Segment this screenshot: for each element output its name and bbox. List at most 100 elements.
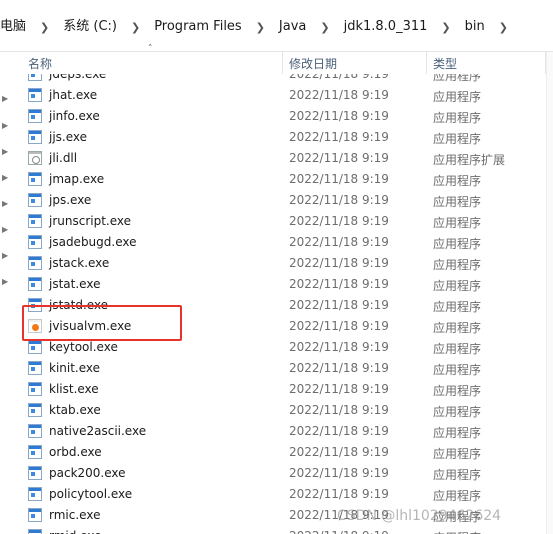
expand-arrow-icon[interactable]: ▶ bbox=[2, 147, 8, 156]
exe-icon bbox=[28, 487, 42, 501]
file-row[interactable]: jhat.exe 2022/11/18 9:19 应用程序 bbox=[20, 85, 553, 106]
file-name[interactable]: jhat.exe bbox=[49, 88, 97, 102]
file-type: 应用程序 bbox=[433, 321, 482, 335]
file-type: 应用程序 bbox=[433, 342, 482, 356]
file-row[interactable]: jrunscript.exe 2022/11/18 9:19 应用程序 bbox=[20, 211, 553, 232]
breadcrumb-java[interactable]: Java bbox=[273, 17, 312, 37]
column-header-date[interactable]: 修改日期 bbox=[289, 55, 337, 72]
exe-icon bbox=[28, 466, 42, 480]
file-type: 应用程序 bbox=[433, 489, 482, 503]
file-row[interactable]: jsadebugd.exe 2022/11/18 9:19 应用程序 bbox=[20, 232, 553, 253]
file-type: 应用程序 bbox=[433, 90, 482, 104]
scrollbar[interactable] bbox=[546, 52, 553, 534]
chevron-right-icon[interactable]: ❯ bbox=[248, 21, 273, 34]
file-row[interactable]: jli.dll 2022/11/18 9:19 应用程序扩展 bbox=[20, 148, 553, 169]
file-row[interactable]: rmid.exe 2022/11/18 9:19 应用程序 bbox=[20, 526, 553, 534]
exe-icon bbox=[28, 508, 42, 522]
expand-arrow-icon[interactable]: ▶ bbox=[2, 199, 8, 208]
file-row[interactable]: jmap.exe 2022/11/18 9:19 应用程序 bbox=[20, 169, 553, 190]
exe-icon bbox=[28, 382, 42, 396]
file-date: 2022/11/18 9:19 bbox=[289, 130, 389, 144]
expand-arrow-icon[interactable]: ▶ bbox=[2, 94, 8, 103]
breadcrumb-bin[interactable]: bin bbox=[459, 17, 491, 37]
file-row[interactable]: native2ascii.exe 2022/11/18 9:19 应用程序 bbox=[20, 421, 553, 442]
expand-arrow-icon[interactable]: ▶ bbox=[2, 173, 8, 182]
file-name[interactable]: native2ascii.exe bbox=[49, 424, 146, 438]
file-row[interactable]: jstat.exe 2022/11/18 9:19 应用程序 bbox=[20, 274, 553, 295]
file-name[interactable]: kinit.exe bbox=[49, 361, 100, 375]
file-name[interactable]: pack200.exe bbox=[49, 466, 126, 480]
file-name[interactable]: jjs.exe bbox=[49, 130, 87, 144]
file-name[interactable]: jps.exe bbox=[49, 193, 91, 207]
exe-icon bbox=[28, 256, 42, 270]
breadcrumb-c-drive[interactable]: 系统 (C:) bbox=[57, 17, 123, 37]
file-row[interactable]: ktab.exe 2022/11/18 9:19 应用程序 bbox=[20, 400, 553, 421]
file-date: 2022/11/18 9:19 bbox=[289, 466, 389, 480]
file-row[interactable]: policytool.exe 2022/11/18 9:19 应用程序 bbox=[20, 484, 553, 505]
column-header-type[interactable]: 类型 bbox=[433, 55, 457, 72]
file-row[interactable]: jstack.exe 2022/11/18 9:19 应用程序 bbox=[20, 253, 553, 274]
chevron-right-icon[interactable]: ❯ bbox=[312, 21, 337, 34]
file-type: 应用程序 bbox=[433, 384, 482, 398]
watermark: CSDN @lhl1029462624 bbox=[337, 508, 502, 524]
exe-icon bbox=[28, 424, 42, 438]
file-name[interactable]: jstack.exe bbox=[49, 256, 109, 270]
file-name[interactable]: orbd.exe bbox=[49, 445, 102, 459]
file-row[interactable]: orbd.exe 2022/11/18 9:19 应用程序 bbox=[20, 442, 553, 463]
file-row[interactable]: pack200.exe 2022/11/18 9:19 应用程序 bbox=[20, 463, 553, 484]
file-name[interactable]: rmic.exe bbox=[49, 508, 100, 522]
file-type: 应用程序 bbox=[433, 468, 482, 482]
file-type: 应用程序 bbox=[433, 216, 482, 230]
file-type: 应用程序 bbox=[433, 111, 482, 125]
file-row[interactable]: kinit.exe 2022/11/18 9:19 应用程序 bbox=[20, 358, 553, 379]
file-name[interactable]: policytool.exe bbox=[49, 487, 132, 501]
expand-arrow-icon[interactable]: ▶ bbox=[2, 251, 8, 260]
file-name[interactable]: jstat.exe bbox=[49, 277, 100, 291]
file-type: 应用程序 bbox=[433, 132, 482, 146]
file-name[interactable]: jmap.exe bbox=[49, 172, 104, 186]
breadcrumb-jdk[interactable]: jdk1.8.0_311 bbox=[338, 17, 434, 37]
column-divider[interactable] bbox=[282, 52, 283, 74]
exe-icon bbox=[28, 340, 42, 354]
file-name[interactable]: keytool.exe bbox=[49, 340, 118, 354]
file-type: 应用程序 bbox=[433, 237, 482, 251]
chevron-right-icon[interactable]: ❯ bbox=[433, 21, 458, 34]
file-type: 应用程序 bbox=[433, 195, 482, 209]
file-type: 应用程序 bbox=[433, 363, 482, 377]
file-date: 2022/11/18 9:19 bbox=[289, 340, 389, 354]
expand-arrow-icon[interactable]: ▶ bbox=[2, 277, 8, 286]
file-name[interactable]: klist.exe bbox=[49, 382, 99, 396]
column-header-name[interactable]: 名称 bbox=[28, 55, 52, 72]
expand-arrow-icon[interactable]: ▶ bbox=[2, 121, 8, 130]
file-name[interactable]: jsadebugd.exe bbox=[49, 235, 137, 249]
breadcrumb-this-pc[interactable]: 电脑 bbox=[0, 17, 32, 37]
breadcrumb-program-files[interactable]: Program Files bbox=[148, 17, 248, 37]
file-date: 2022/11/18 9:19 bbox=[289, 172, 389, 186]
file-name[interactable]: jli.dll bbox=[49, 151, 77, 165]
column-divider[interactable] bbox=[426, 52, 427, 74]
file-name[interactable]: ktab.exe bbox=[49, 403, 101, 417]
file-date: 2022/11/18 9:19 bbox=[289, 298, 389, 312]
chevron-right-icon[interactable]: ❯ bbox=[491, 21, 516, 34]
file-date: 2022/11/18 9:19 bbox=[289, 487, 389, 501]
file-type: 应用程序 bbox=[433, 258, 482, 272]
exe-icon bbox=[28, 361, 42, 375]
address-bar[interactable]: 电脑 ❯ 系统 (C:) ❯ Program Files ❯ Java ❯ jd… bbox=[0, 0, 553, 52]
navigation-pane[interactable]: ▶ ▶ ▶ ▶ ▶ ▶ ▶ ▶ bbox=[0, 52, 20, 534]
file-row[interactable]: jjs.exe 2022/11/18 9:19 应用程序 bbox=[20, 127, 553, 148]
file-row[interactable]: jinfo.exe 2022/11/18 9:19 应用程序 bbox=[20, 106, 553, 127]
chevron-right-icon[interactable]: ❯ bbox=[32, 21, 57, 34]
file-name[interactable]: rmid.exe bbox=[49, 529, 101, 534]
file-row[interactable]: jps.exe 2022/11/18 9:19 应用程序 bbox=[20, 190, 553, 211]
expand-arrow-icon[interactable]: ▶ bbox=[2, 225, 8, 234]
file-name[interactable]: jrunscript.exe bbox=[49, 214, 131, 228]
file-row[interactable]: klist.exe 2022/11/18 9:19 应用程序 bbox=[20, 379, 553, 400]
exe-icon bbox=[28, 193, 42, 207]
file-name[interactable]: jinfo.exe bbox=[49, 109, 100, 123]
file-date: 2022/11/18 9:19 bbox=[289, 529, 389, 534]
dll-icon bbox=[28, 151, 42, 165]
file-type: 应用程序 bbox=[433, 300, 482, 314]
chevron-right-icon[interactable]: ❯ bbox=[123, 21, 148, 34]
file-date: 2022/11/18 9:19 bbox=[289, 361, 389, 375]
file-list[interactable]: jdeps.exe 2022/11/18 9:19 应用程序 jhat.exe 2022… bbox=[20, 64, 553, 534]
